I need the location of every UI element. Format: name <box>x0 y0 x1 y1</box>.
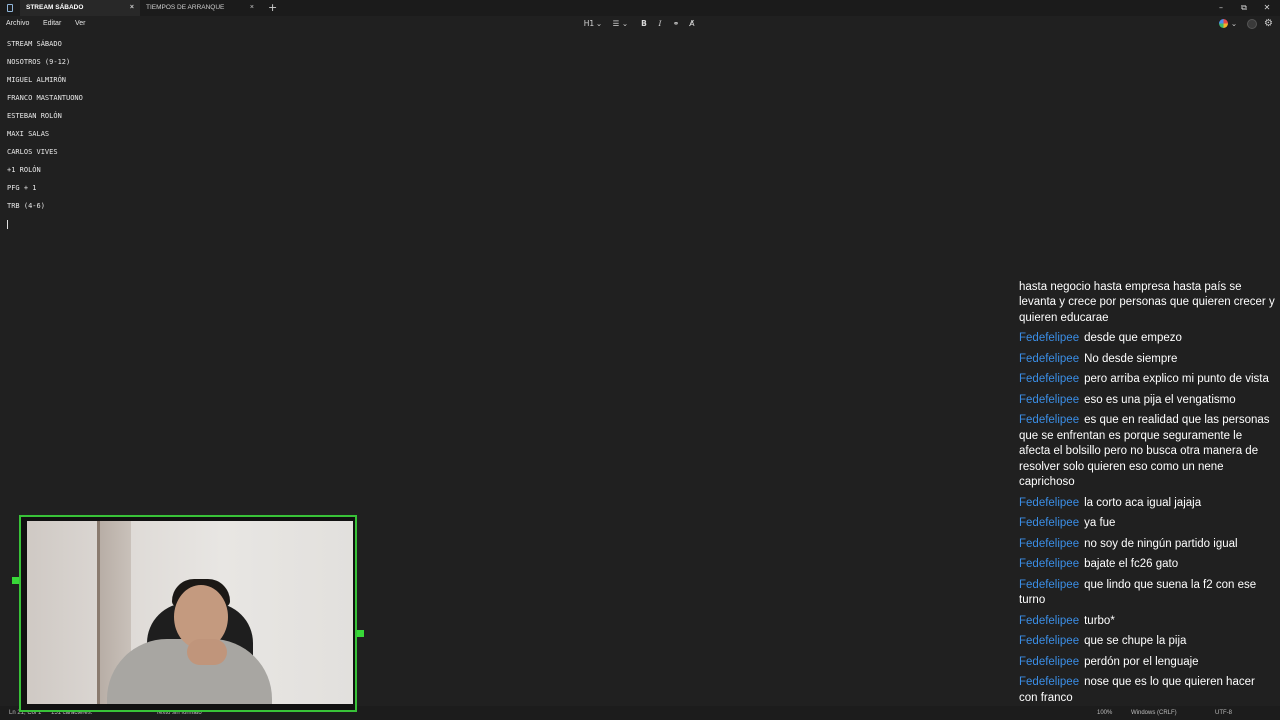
list-icon[interactable]: ☰ <box>611 18 621 30</box>
chat-username: Fedefelipee <box>1019 614 1080 627</box>
chat-text: bajate el fc26 gato <box>1084 558 1179 570</box>
chat-username: Fedefelipee <box>1019 537 1080 550</box>
chat-text: ya fue <box>1084 517 1116 529</box>
heading-chevron-down-icon[interactable]: ⌄ <box>595 18 603 30</box>
link-icon[interactable]: ⚭ <box>670 18 682 30</box>
chat-text: eso es una pija el vengatismo <box>1084 393 1236 406</box>
copilot-chevron-down-icon[interactable]: ⌄ <box>1230 18 1238 30</box>
chat-username: Fedefelipee <box>1019 393 1080 406</box>
editor-line: TRB (4-6) <box>7 202 45 210</box>
copilot-icon[interactable] <box>1219 19 1228 28</box>
line-ending[interactable]: Windows (CRLF) <box>1131 706 1177 720</box>
chat-message: Fedefelipee nose que es lo que quieren ha… <box>1019 675 1275 706</box>
chat-text: No desde siempre <box>1084 352 1178 365</box>
chat-username: Fedefelipee <box>1019 578 1080 591</box>
chat-text: perdón por el lenguaje <box>1084 655 1199 668</box>
chat-username: Fedefelipee <box>1019 332 1080 344</box>
editor-line: MIGUEL ALMIRÓN <box>7 76 67 84</box>
heading-dropdown[interactable]: H1 <box>583 18 595 30</box>
chat-username: Fedefelipee <box>1019 558 1080 570</box>
editor-line: NOSOTROS (9-12) <box>7 58 71 66</box>
maximize-icon[interactable]: ⧉ <box>1234 0 1254 16</box>
resize-handle-right[interactable] <box>357 630 364 637</box>
chat-text: no soy de ningún partido igual <box>1084 537 1238 550</box>
chat-message-list: hasta negocio hasta empresa hasta país s… <box>1019 280 1275 707</box>
editor-line: FRANCO MASTANTUONO <box>7 94 83 102</box>
close-window-icon[interactable]: ✕ <box>1257 0 1277 16</box>
account-avatar-icon[interactable] <box>1247 19 1257 29</box>
chat-username: Fedefelipee <box>1019 635 1080 647</box>
chat-message: Fedefelipee es que en realidad que las pe… <box>1019 413 1275 491</box>
chat-message: Fedefelipee turbo* <box>1019 614 1275 630</box>
menu-ver[interactable]: Ver <box>75 16 86 32</box>
chat-overlay: hasta negocio hasta empresa hasta país s… <box>1019 276 1275 706</box>
menu-bar: Archivo Editar Ver H1 ⌄ ☰ ⌄ B I ⚭ A̸ <box>0 16 1280 32</box>
resize-handle-left[interactable] <box>12 577 19 584</box>
text-caret <box>7 220 8 229</box>
chat-username: Fedefelipee <box>1019 655 1080 668</box>
title-bar: STREAM SÁBADO × TIEMPOS DE ARRANQUE × + … <box>0 0 1280 16</box>
chat-message: Fedefelipee No desde siempre <box>1019 352 1275 368</box>
chat-message: Fedefelipee la corto aca igual jajaja <box>1019 496 1275 512</box>
menu-editar[interactable]: Editar <box>43 16 61 32</box>
tab-stream-sabado[interactable]: STREAM SÁBADO × <box>20 0 140 16</box>
tab-tiempos-de-arranque[interactable]: TIEMPOS DE ARRANQUE × <box>140 0 260 16</box>
chat-message: Fedefelipee que lindo que suena la f2 con… <box>1019 578 1275 609</box>
notepad-app-icon <box>7 4 13 12</box>
chat-message: Fedefelipee ya fue <box>1019 516 1275 532</box>
chat-text: que se chupe la pija <box>1084 635 1187 647</box>
tab-label: STREAM SÁBADO <box>26 4 84 11</box>
encoding[interactable]: UTF-8 <box>1215 706 1232 720</box>
editor-line: PFG + 1 <box>7 184 37 192</box>
tab-close-icon[interactable]: × <box>130 0 134 16</box>
chat-username: Fedefelipee <box>1019 414 1080 426</box>
webcam-overlay <box>19 515 357 712</box>
settings-gear-icon[interactable]: ⚙ <box>1264 17 1273 31</box>
chat-username: Fedefelipee <box>1019 676 1080 688</box>
chat-username: Fedefelipee <box>1019 517 1080 529</box>
webcam-video <box>27 521 353 704</box>
chat-text: pero arriba explico mi punto de vista <box>1084 373 1269 385</box>
chat-username: Fedefelipee <box>1019 352 1080 365</box>
minimize-icon[interactable]: – <box>1211 0 1231 16</box>
tab-close-icon[interactable]: × <box>250 0 254 16</box>
clear-formatting-icon[interactable]: A̸ <box>686 18 698 30</box>
chat-message: Fedefelipee perdón por el lenguaje <box>1019 655 1275 671</box>
italic-button[interactable]: I <box>655 18 665 30</box>
chat-message: Fedefelipee pero arriba explico mi punto … <box>1019 372 1275 388</box>
new-tab-plus-icon[interactable]: + <box>268 1 277 15</box>
bold-button[interactable]: B <box>639 18 649 30</box>
editor-line: STREAM SÁBADO <box>7 40 62 48</box>
list-chevron-down-icon[interactable]: ⌄ <box>621 18 629 30</box>
tab-label: TIEMPOS DE ARRANQUE <box>146 4 225 11</box>
editor-line: CARLOS VIVES <box>7 148 58 156</box>
chat-username: Fedefelipee <box>1019 373 1080 385</box>
chat-message: Fedefelipee bajate el fc26 gato <box>1019 557 1275 573</box>
chat-message: Fedefelipee no soy de ningún partido igua… <box>1019 537 1275 553</box>
editor-line: ESTEBAN ROLÓN <box>7 112 62 120</box>
editor-line: +1 ROLÓN <box>7 166 41 174</box>
chat-message: Fedefelipee que se chupe la pija <box>1019 634 1275 650</box>
menu-archivo[interactable]: Archivo <box>6 16 29 32</box>
editor-line: MAXI SALAS <box>7 130 50 138</box>
chat-message: Fedefelipee eso es una pija el vengatismo <box>1019 393 1275 409</box>
chat-text: desde que empezo <box>1084 332 1182 344</box>
chat-message-partial: hasta negocio hasta empresa hasta país s… <box>1019 280 1275 324</box>
chat-username: Fedefelipee <box>1019 496 1080 509</box>
streamer-hand <box>187 639 227 665</box>
chat-text: turbo* <box>1084 614 1115 627</box>
chat-message: Fedefelipee desde que empezo <box>1019 331 1275 347</box>
zoom-level[interactable]: 100% <box>1097 706 1112 720</box>
chat-text: la corto aca igual jajaja <box>1084 496 1202 509</box>
